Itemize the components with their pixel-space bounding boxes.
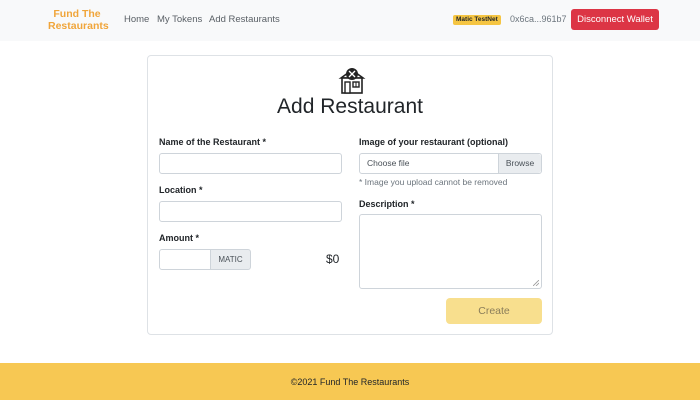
amount-usd-display: $0 bbox=[326, 252, 340, 266]
restaurant-name-input[interactable] bbox=[159, 153, 342, 174]
footer-copyright: ©2021 Fund The Restaurants bbox=[290, 377, 410, 387]
nav-link-home[interactable]: Home bbox=[124, 14, 149, 25]
location-label: Location * bbox=[159, 185, 203, 195]
footer: ©2021 Fund The Restaurants bbox=[0, 363, 700, 400]
disconnect-wallet-button[interactable]: Disconnect Wallet bbox=[571, 9, 659, 30]
wallet-address: 0x6ca...961b7 bbox=[510, 14, 567, 24]
amount-input[interactable] bbox=[159, 249, 211, 270]
image-note: * Image you upload cannot be removed bbox=[359, 177, 508, 187]
amount-label: Amount * bbox=[159, 233, 199, 243]
amount-unit-addon: MATIC bbox=[210, 249, 251, 270]
network-badge: Matic TestNet bbox=[453, 15, 501, 25]
create-button[interactable]: Create bbox=[446, 298, 542, 324]
add-restaurant-card: Add Restaurant Name of the Restaurant * … bbox=[147, 55, 553, 335]
nav-link-my-tokens[interactable]: My Tokens bbox=[157, 14, 202, 25]
restaurant-name-label: Name of the Restaurant * bbox=[159, 137, 267, 147]
restaurant-building-icon bbox=[338, 68, 366, 94]
resize-handle-icon[interactable] bbox=[533, 280, 539, 286]
navbar: Fund The Restaurants Home My Tokens Add … bbox=[0, 0, 700, 41]
page-title: Add Restaurant bbox=[277, 95, 423, 118]
file-placeholder: Choose file bbox=[367, 158, 410, 168]
brand-logo[interactable]: Fund The Restaurants bbox=[48, 8, 109, 32]
restaurant-image-label: Image of your restaurant (optional) bbox=[359, 137, 509, 147]
description-textarea[interactable] bbox=[359, 214, 542, 289]
browse-button[interactable]: Browse bbox=[498, 154, 541, 173]
restaurant-image-file-input[interactable]: Choose file Browse bbox=[359, 153, 542, 174]
description-label: Description * bbox=[359, 199, 415, 209]
nav-link-add-restaurants[interactable]: Add Restaurants bbox=[209, 14, 280, 25]
location-input[interactable] bbox=[159, 201, 342, 222]
